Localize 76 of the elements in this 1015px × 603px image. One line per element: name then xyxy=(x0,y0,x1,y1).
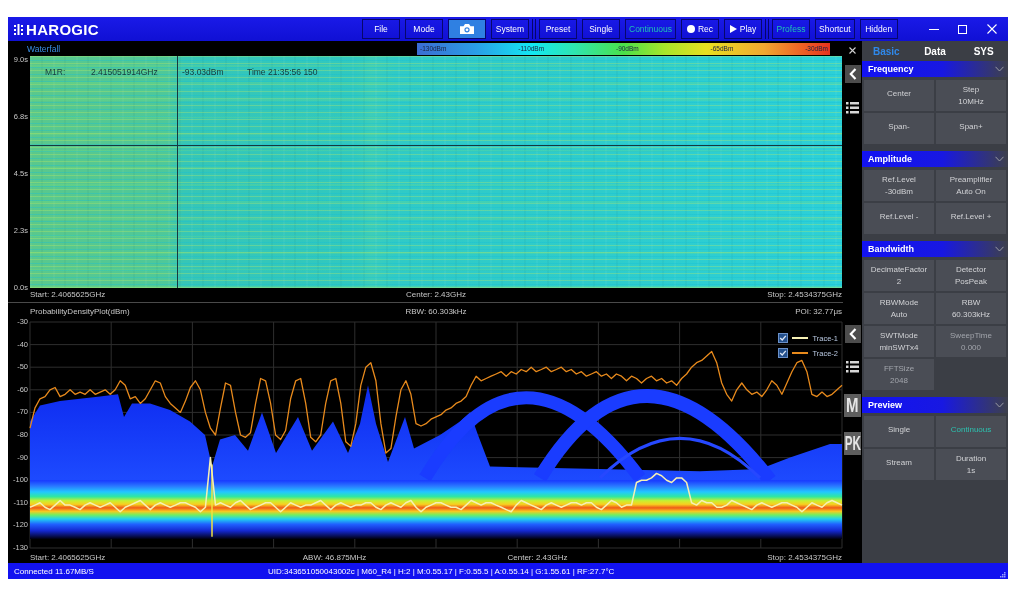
setting-button[interactable]: DecimateFactor 2 xyxy=(864,260,934,291)
axis-label: Start: 2.4065625GHz xyxy=(30,552,106,562)
record-button[interactable]: Rec xyxy=(681,19,719,39)
close-icon xyxy=(849,46,856,54)
poi-readout: POI: 32.77μs xyxy=(795,306,842,316)
section-title: Preview xyxy=(868,400,903,410)
section-header[interactable]: Bandwidth xyxy=(862,241,1008,257)
axis-label: Start: 2.4065625GHz xyxy=(30,289,106,299)
marker-time: Time 21:35:56 150 xyxy=(247,67,318,77)
marker-mode-button[interactable]: M xyxy=(844,394,861,417)
marker-power: -93.03dBm xyxy=(182,67,224,77)
logo-icon xyxy=(14,23,24,35)
setting-button[interactable]: Span- xyxy=(864,113,934,144)
checkbox[interactable] xyxy=(778,348,789,358)
setting-button[interactable]: Span+ xyxy=(936,113,1006,144)
toolbar-button[interactable]: Continuous xyxy=(625,19,676,39)
checkbox[interactable] xyxy=(778,333,789,343)
play-button[interactable]: Play xyxy=(724,19,762,39)
axis-label: Stop: 2.4534375GHz xyxy=(767,289,842,299)
setting-button[interactable]: RBWMode Auto xyxy=(864,293,934,324)
list-icon xyxy=(846,360,859,375)
setting-button[interactable]: Continuous xyxy=(936,416,1006,447)
marker-mode-button[interactable]: PK xyxy=(844,432,861,455)
chevron-left-icon xyxy=(848,328,857,340)
list-icon xyxy=(846,101,859,116)
close-icon xyxy=(986,24,997,34)
collapse-button[interactable] xyxy=(844,65,861,83)
section-title: Frequency xyxy=(868,64,914,74)
section-header[interactable]: Frequency xyxy=(862,61,1008,77)
axis-label: Center: 2.43GHz xyxy=(406,289,466,299)
chevron-left-icon xyxy=(848,68,857,80)
axis-label: ABW: 46.875MHz xyxy=(302,552,367,562)
toolbar-button[interactable]: Mode xyxy=(405,19,443,39)
marker-frequency: 2.415051914GHz xyxy=(91,67,158,77)
rbw-readout: RBW: 60.303kHz xyxy=(405,306,467,316)
setting-button[interactable]: Ref.Level -30dBm xyxy=(864,170,934,201)
toolbar-button[interactable]: Preset xyxy=(539,19,577,39)
toolbar-button[interactable]: Single xyxy=(582,19,620,39)
setting-button[interactable]: Single xyxy=(864,416,934,447)
maximize-icon xyxy=(958,24,967,34)
axis-label: Center: 2.43GHz xyxy=(507,552,568,562)
setting-button[interactable]: Ref.Level + xyxy=(936,203,1006,234)
setting-button[interactable]: Step 10MHz xyxy=(936,80,1006,111)
setting-button[interactable]: RBW 60.303kHz xyxy=(936,293,1006,324)
section-header[interactable]: Amplitude xyxy=(862,151,1008,167)
minimize-icon xyxy=(928,28,939,30)
setting-button[interactable]: Detector PosPeak xyxy=(936,260,1006,291)
collapse-button[interactable] xyxy=(844,325,861,343)
setting-button[interactable]: Duration 1s xyxy=(936,449,1006,480)
camera-icon xyxy=(460,24,474,34)
section-title: Amplitude xyxy=(868,154,912,164)
resize-grip-icon[interactable] xyxy=(1000,572,1006,578)
panel-tab[interactable]: SYS xyxy=(959,41,1008,61)
play-icon xyxy=(729,25,737,33)
toolbar-button[interactable]: File xyxy=(362,19,400,39)
status-text: UID:343651050043002c | M60_R4 | H:2 | M:0.55.17 | F:0.55.5 | A:0.55.14 | G:1.55.61 | RF:27.7°C xyxy=(268,566,615,576)
setting-button[interactable]: Preamplifier Auto On xyxy=(936,170,1006,201)
record-icon xyxy=(686,25,695,33)
panel-tab[interactable]: Data xyxy=(910,41,960,61)
section-title: Bandwidth xyxy=(868,244,914,254)
toolbar-button[interactable]: Hidden xyxy=(859,19,898,39)
toolbar-button[interactable]: System xyxy=(491,19,529,39)
camera-button[interactable] xyxy=(448,19,486,39)
toolbar-button[interactable]: Profess xyxy=(772,19,810,39)
waterfall-title: Waterfall xyxy=(27,43,61,54)
setting-button[interactable]: Stream xyxy=(864,449,934,480)
setting-button[interactable]: Ref.Level - xyxy=(864,203,934,234)
setting-button[interactable]: SWTMode minSWTx4 xyxy=(864,326,934,357)
chart-title: ProbabilityDensityPlot(dBm) xyxy=(30,306,130,316)
app-logo: HAROGIC xyxy=(26,20,99,38)
axis-label: Stop: 2.4534375GHz xyxy=(767,552,842,562)
setting-button[interactable]: Center xyxy=(864,80,934,111)
toolbar-button[interactable]: Shortcut xyxy=(815,19,855,39)
status-text: Connected 11.67MB/S xyxy=(14,566,95,576)
marker-name: M1R: xyxy=(45,67,66,77)
section-header[interactable]: Preview xyxy=(862,397,1008,413)
